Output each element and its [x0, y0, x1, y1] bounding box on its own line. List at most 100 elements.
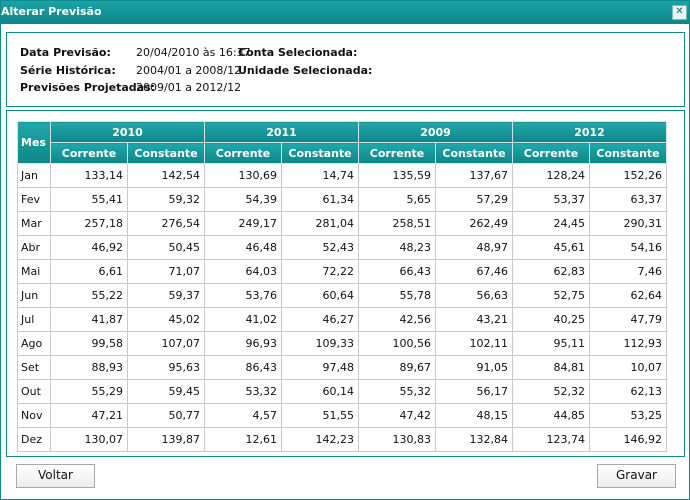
value-cell[interactable]: 86,43 [204, 355, 282, 380]
value-cell[interactable]: 12,61 [204, 427, 282, 452]
value-cell[interactable]: 99,58 [50, 331, 128, 356]
value-cell[interactable]: 41,02 [204, 307, 282, 332]
value-cell[interactable]: 44,85 [512, 403, 590, 428]
value-cell[interactable]: 53,25 [589, 403, 667, 428]
value-cell[interactable]: 102,11 [435, 331, 513, 356]
value-cell[interactable]: 24,45 [512, 211, 590, 236]
value-cell[interactable]: 7,46 [589, 259, 667, 284]
value-cell[interactable]: 57,29 [435, 187, 513, 212]
value-cell[interactable]: 257,18 [50, 211, 128, 236]
value-cell[interactable]: 56,17 [435, 379, 513, 404]
value-cell[interactable]: 46,27 [281, 307, 359, 332]
value-cell[interactable]: 50,45 [127, 235, 205, 260]
title-bar[interactable]: Alterar Previsão ✕ [1, 1, 689, 24]
value-cell[interactable]: 95,11 [512, 331, 590, 356]
value-cell[interactable]: 48,97 [435, 235, 513, 260]
value-cell[interactable]: 135,59 [358, 163, 436, 188]
value-cell[interactable]: 290,31 [589, 211, 667, 236]
value-cell[interactable]: 55,29 [50, 379, 128, 404]
value-cell[interactable]: 123,74 [512, 427, 590, 452]
value-cell[interactable]: 45,61 [512, 235, 590, 260]
value-cell[interactable]: 47,21 [50, 403, 128, 428]
value-cell[interactable]: 55,32 [358, 379, 436, 404]
value-cell[interactable]: 52,43 [281, 235, 359, 260]
value-cell[interactable]: 5,65 [358, 187, 436, 212]
value-cell[interactable]: 107,07 [127, 331, 205, 356]
value-cell[interactable]: 100,56 [358, 331, 436, 356]
value-cell[interactable]: 84,81 [512, 355, 590, 380]
value-cell[interactable]: 139,87 [127, 427, 205, 452]
value-cell[interactable]: 4,57 [204, 403, 282, 428]
value-cell[interactable]: 10,07 [589, 355, 667, 380]
value-cell[interactable]: 109,33 [281, 331, 359, 356]
value-cell[interactable]: 55,78 [358, 283, 436, 308]
value-cell[interactable]: 60,64 [281, 283, 359, 308]
value-cell[interactable]: 53,37 [512, 187, 590, 212]
value-cell[interactable]: 89,67 [358, 355, 436, 380]
value-cell[interactable]: 64,03 [204, 259, 282, 284]
value-cell[interactable]: 6,61 [50, 259, 128, 284]
value-cell[interactable]: 262,49 [435, 211, 513, 236]
voltar-button[interactable]: Voltar [16, 464, 95, 488]
value-cell[interactable]: 66,43 [358, 259, 436, 284]
value-cell[interactable]: 56,63 [435, 283, 513, 308]
value-cell[interactable]: 45,02 [127, 307, 205, 332]
value-cell[interactable]: 48,23 [358, 235, 436, 260]
value-cell[interactable]: 43,21 [435, 307, 513, 332]
value-cell[interactable]: 50,77 [127, 403, 205, 428]
value-cell[interactable]: 276,54 [127, 211, 205, 236]
value-cell[interactable]: 48,15 [435, 403, 513, 428]
value-cell[interactable]: 67,46 [435, 259, 513, 284]
value-cell[interactable]: 59,45 [127, 379, 205, 404]
value-cell[interactable]: 59,37 [127, 283, 205, 308]
value-cell[interactable]: 112,93 [589, 331, 667, 356]
value-cell[interactable]: 46,48 [204, 235, 282, 260]
value-cell[interactable]: 62,64 [589, 283, 667, 308]
value-cell[interactable]: 142,23 [281, 427, 359, 452]
value-cell[interactable]: 62,83 [512, 259, 590, 284]
value-cell[interactable]: 47,79 [589, 307, 667, 332]
value-cell[interactable]: 133,14 [50, 163, 128, 188]
value-cell[interactable]: 41,87 [50, 307, 128, 332]
close-icon[interactable]: ✕ [672, 5, 687, 20]
value-cell[interactable]: 60,14 [281, 379, 359, 404]
value-cell[interactable]: 42,56 [358, 307, 436, 332]
value-cell[interactable]: 130,83 [358, 427, 436, 452]
value-cell[interactable]: 14,74 [281, 163, 359, 188]
value-cell[interactable]: 132,84 [435, 427, 513, 452]
value-cell[interactable]: 130,69 [204, 163, 282, 188]
value-cell[interactable]: 249,17 [204, 211, 282, 236]
value-cell[interactable]: 128,24 [512, 163, 590, 188]
value-cell[interactable]: 52,32 [512, 379, 590, 404]
value-cell[interactable]: 152,26 [589, 163, 667, 188]
value-cell[interactable]: 40,25 [512, 307, 590, 332]
value-cell[interactable]: 53,32 [204, 379, 282, 404]
value-cell[interactable]: 91,05 [435, 355, 513, 380]
value-cell[interactable]: 281,04 [281, 211, 359, 236]
value-cell[interactable]: 54,39 [204, 187, 282, 212]
value-cell[interactable]: 51,55 [281, 403, 359, 428]
value-cell[interactable]: 72,22 [281, 259, 359, 284]
value-cell[interactable]: 95,63 [127, 355, 205, 380]
value-cell[interactable]: 137,67 [435, 163, 513, 188]
value-cell[interactable]: 62,13 [589, 379, 667, 404]
value-cell[interactable]: 88,93 [50, 355, 128, 380]
value-cell[interactable]: 55,41 [50, 187, 128, 212]
value-cell[interactable]: 54,16 [589, 235, 667, 260]
value-cell[interactable]: 55,22 [50, 283, 128, 308]
value-cell[interactable]: 47,42 [358, 403, 436, 428]
value-cell[interactable]: 71,07 [127, 259, 205, 284]
value-cell[interactable]: 146,92 [589, 427, 667, 452]
value-cell[interactable]: 53,76 [204, 283, 282, 308]
value-cell[interactable]: 130,07 [50, 427, 128, 452]
value-cell[interactable]: 142,54 [127, 163, 205, 188]
value-cell[interactable]: 61,34 [281, 187, 359, 212]
value-cell[interactable]: 59,32 [127, 187, 205, 212]
value-cell[interactable]: 258,51 [358, 211, 436, 236]
value-cell[interactable]: 63,37 [589, 187, 667, 212]
value-cell[interactable]: 46,92 [50, 235, 128, 260]
gravar-button[interactable]: Gravar [597, 464, 676, 488]
value-cell[interactable]: 96,93 [204, 331, 282, 356]
value-cell[interactable]: 97,48 [281, 355, 359, 380]
value-cell[interactable]: 52,75 [512, 283, 590, 308]
